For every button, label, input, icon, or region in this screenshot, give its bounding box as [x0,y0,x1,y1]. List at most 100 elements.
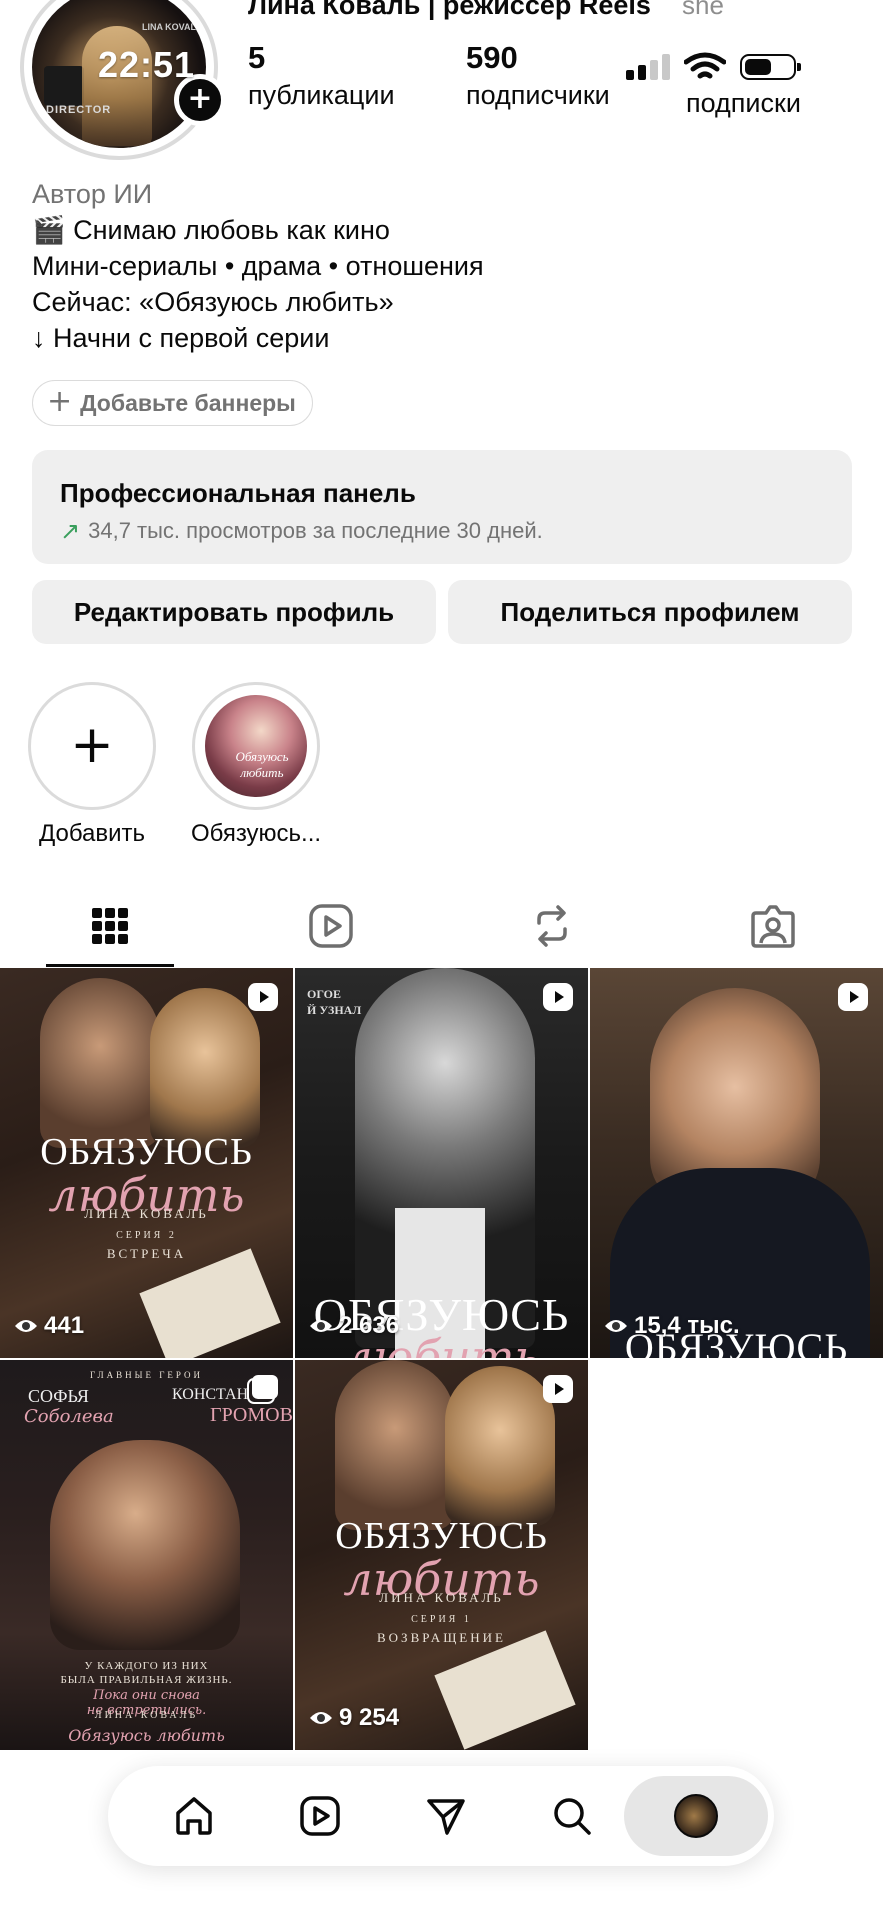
post-cover-author: ЛИНА КОВАЛЬ [379,1590,504,1605]
add-banners-label: Добавьте баннеры [80,389,296,416]
highlight-add-circle[interactable]: + [28,682,156,810]
status-bar-time: 22:51 [98,44,196,85]
highlight-cover-text: Обязуюсь любить [235,749,289,780]
system-status-icons [626,50,806,84]
plus-icon: + [70,715,114,775]
reels-icon [309,904,353,948]
stat-followers[interactable]: 590 подписчики [466,40,610,111]
reel-icon [248,983,278,1011]
nav-profile[interactable] [664,1784,728,1848]
tab-tagged[interactable] [709,884,837,968]
post-thumbnail[interactable]: ГЛАВНЫЕ ГЕРОИ СОФЬЯ Соболева КОНСТАН ГРО… [0,1360,293,1750]
avatar-camera-shape [44,66,84,106]
post-cover-author: ЛИНА КОВАЛЬ [94,1710,199,1721]
eye-icon [15,1320,37,1332]
stat-followers-count: 590 [466,40,518,75]
avatar-director-text: DIRECTOR [46,104,112,116]
post-figure [335,1360,455,1530]
post-views: 2 636 [309,1312,399,1340]
carousel-icon [247,1375,278,1404]
nav-direct[interactable] [414,1784,478,1848]
post-thumbnail[interactable]: ОБЯЗУЮСЬ любить ЛИНА КОВАЛЬ СЕРИЯ 2 ВСТР… [0,968,293,1358]
post-thumbnail[interactable]: ОГОЕ Й УЗНАЛ ОБЯЗУЮСЬ любить 2 636 [295,968,588,1358]
reel-icon [838,983,868,1011]
direct-icon [427,1799,465,1835]
profile-category: Автор ИИ [32,179,153,209]
post-cover-series: СЕРИЯ 1 [411,1614,472,1625]
post-figure [150,988,260,1148]
stat-followers-label: подписчики [466,80,610,110]
post-views: 441 [14,1312,84,1340]
profile-name: Лина Коваль | режиссер Reels [248,0,651,20]
post-thumbnail[interactable]: ОБЯЗУЮСЬ 15,4 тыс. [590,968,883,1358]
bio-line: ↓ Начни с первой серии [32,323,330,353]
tab-reposts[interactable] [488,884,616,968]
stat-following[interactable]: подписки [686,88,801,119]
stat-following-label: подписки [686,88,801,118]
tab-grid[interactable] [46,884,174,968]
post-figure [40,978,160,1148]
profile-tabs [0,884,884,968]
stat-posts[interactable]: 5 публикации [248,40,395,111]
profile-avatar-icon [674,1794,718,1838]
post-thumbnail[interactable]: ОБЯЗУЮСЬ любить ЛИНА КОВАЛЬ СЕРИЯ 1 ВОЗВ… [295,1360,588,1750]
highlight-cover: Обязуюсь любить [205,695,307,797]
post-footer-script: Обязуюсь любить [68,1726,225,1745]
profile-bio: Автор ИИ 🎬 Снимаю любовь как кино Мини-с… [32,176,852,356]
profile-pronoun: she [682,0,724,20]
post-left-surname: Соболева [24,1406,114,1427]
post-tagline: Пока они снова [93,1688,200,1703]
post-tagline: БЫЛА ПРАВИЛЬНАЯ ЖИЗНЬ. [60,1674,233,1686]
professional-dashboard[interactable]: Профессиональная панель ↗ 34,7 тыс. прос… [32,450,852,564]
nav-reels[interactable] [288,1784,352,1848]
grid-icon [92,908,128,944]
post-cover-author: ЛИНА КОВАЛЬ [84,1206,209,1221]
post-envelope [139,1248,281,1358]
tagged-icon [751,905,795,948]
eye-icon [310,1712,332,1724]
highlight-story[interactable]: Обязуюсь любить Обязуюсь... [186,682,326,848]
bio-line: Мини-сериалы • драма • отношения [32,251,484,281]
edit-profile-button[interactable]: Редактировать профиль [32,580,436,644]
highlight-add[interactable]: + Добавить [22,682,162,848]
search-icon [554,1798,591,1835]
active-tab-indicator [46,964,174,967]
stat-posts-count: 5 [248,40,266,75]
highlight-label: Добавить [38,820,146,847]
post-couple [50,1440,240,1650]
post-right-name: КОНСТАН [172,1386,249,1403]
post-cover-series: СЕРИЯ 2 [116,1230,177,1241]
bio-line: Сейчас: «Обязуюсь любить» [32,287,394,317]
nav-home[interactable] [162,1784,226,1848]
trend-up-icon: ↗ [60,517,81,545]
post-figure [445,1366,555,1526]
nav-search[interactable] [540,1784,604,1848]
reel-icon [543,1375,573,1403]
post-tagline: У КАЖДОГО ИЗ НИХ [84,1660,209,1672]
add-banners-button[interactable]: + Добавьте баннеры [32,380,313,426]
share-profile-button[interactable]: Поделиться профилем [448,580,852,644]
post-envelope [434,1630,576,1750]
post-top-text: ОГОЕ Й УЗНАЛ [307,987,362,1017]
pro-panel-views: 34,7 тыс. просмотров за последние 30 дне… [88,518,543,543]
post-right-surname: ГРОМОВ [210,1404,293,1426]
reel-icon [543,983,573,1011]
battery-icon [740,54,801,80]
post-views-count: 441 [44,1312,85,1339]
pro-panel-subtitle: ↗ 34,7 тыс. просмотров за последние 30 д… [60,517,824,545]
signal-icon [626,54,670,80]
post-views-count: 9 254 [339,1704,400,1731]
tab-reels[interactable] [267,884,395,968]
post-views-count: 15,4 тыс. [634,1312,740,1339]
highlight-label: Обязуюсь... [190,820,322,847]
post-left-name: СОФЬЯ [28,1386,89,1406]
reposts-icon [537,905,567,947]
post-views-count: 2 636 [339,1312,400,1339]
bio-line: 🎬 Снимаю любовь как кино [32,215,390,245]
wifi-icon [684,52,726,79]
post-views: 9 254 [309,1704,399,1732]
home-icon [176,1797,212,1835]
stat-posts-label: публикации [248,80,395,110]
highlight-circle[interactable]: Обязуюсь любить [192,682,320,810]
plus-icon: + [47,384,73,419]
